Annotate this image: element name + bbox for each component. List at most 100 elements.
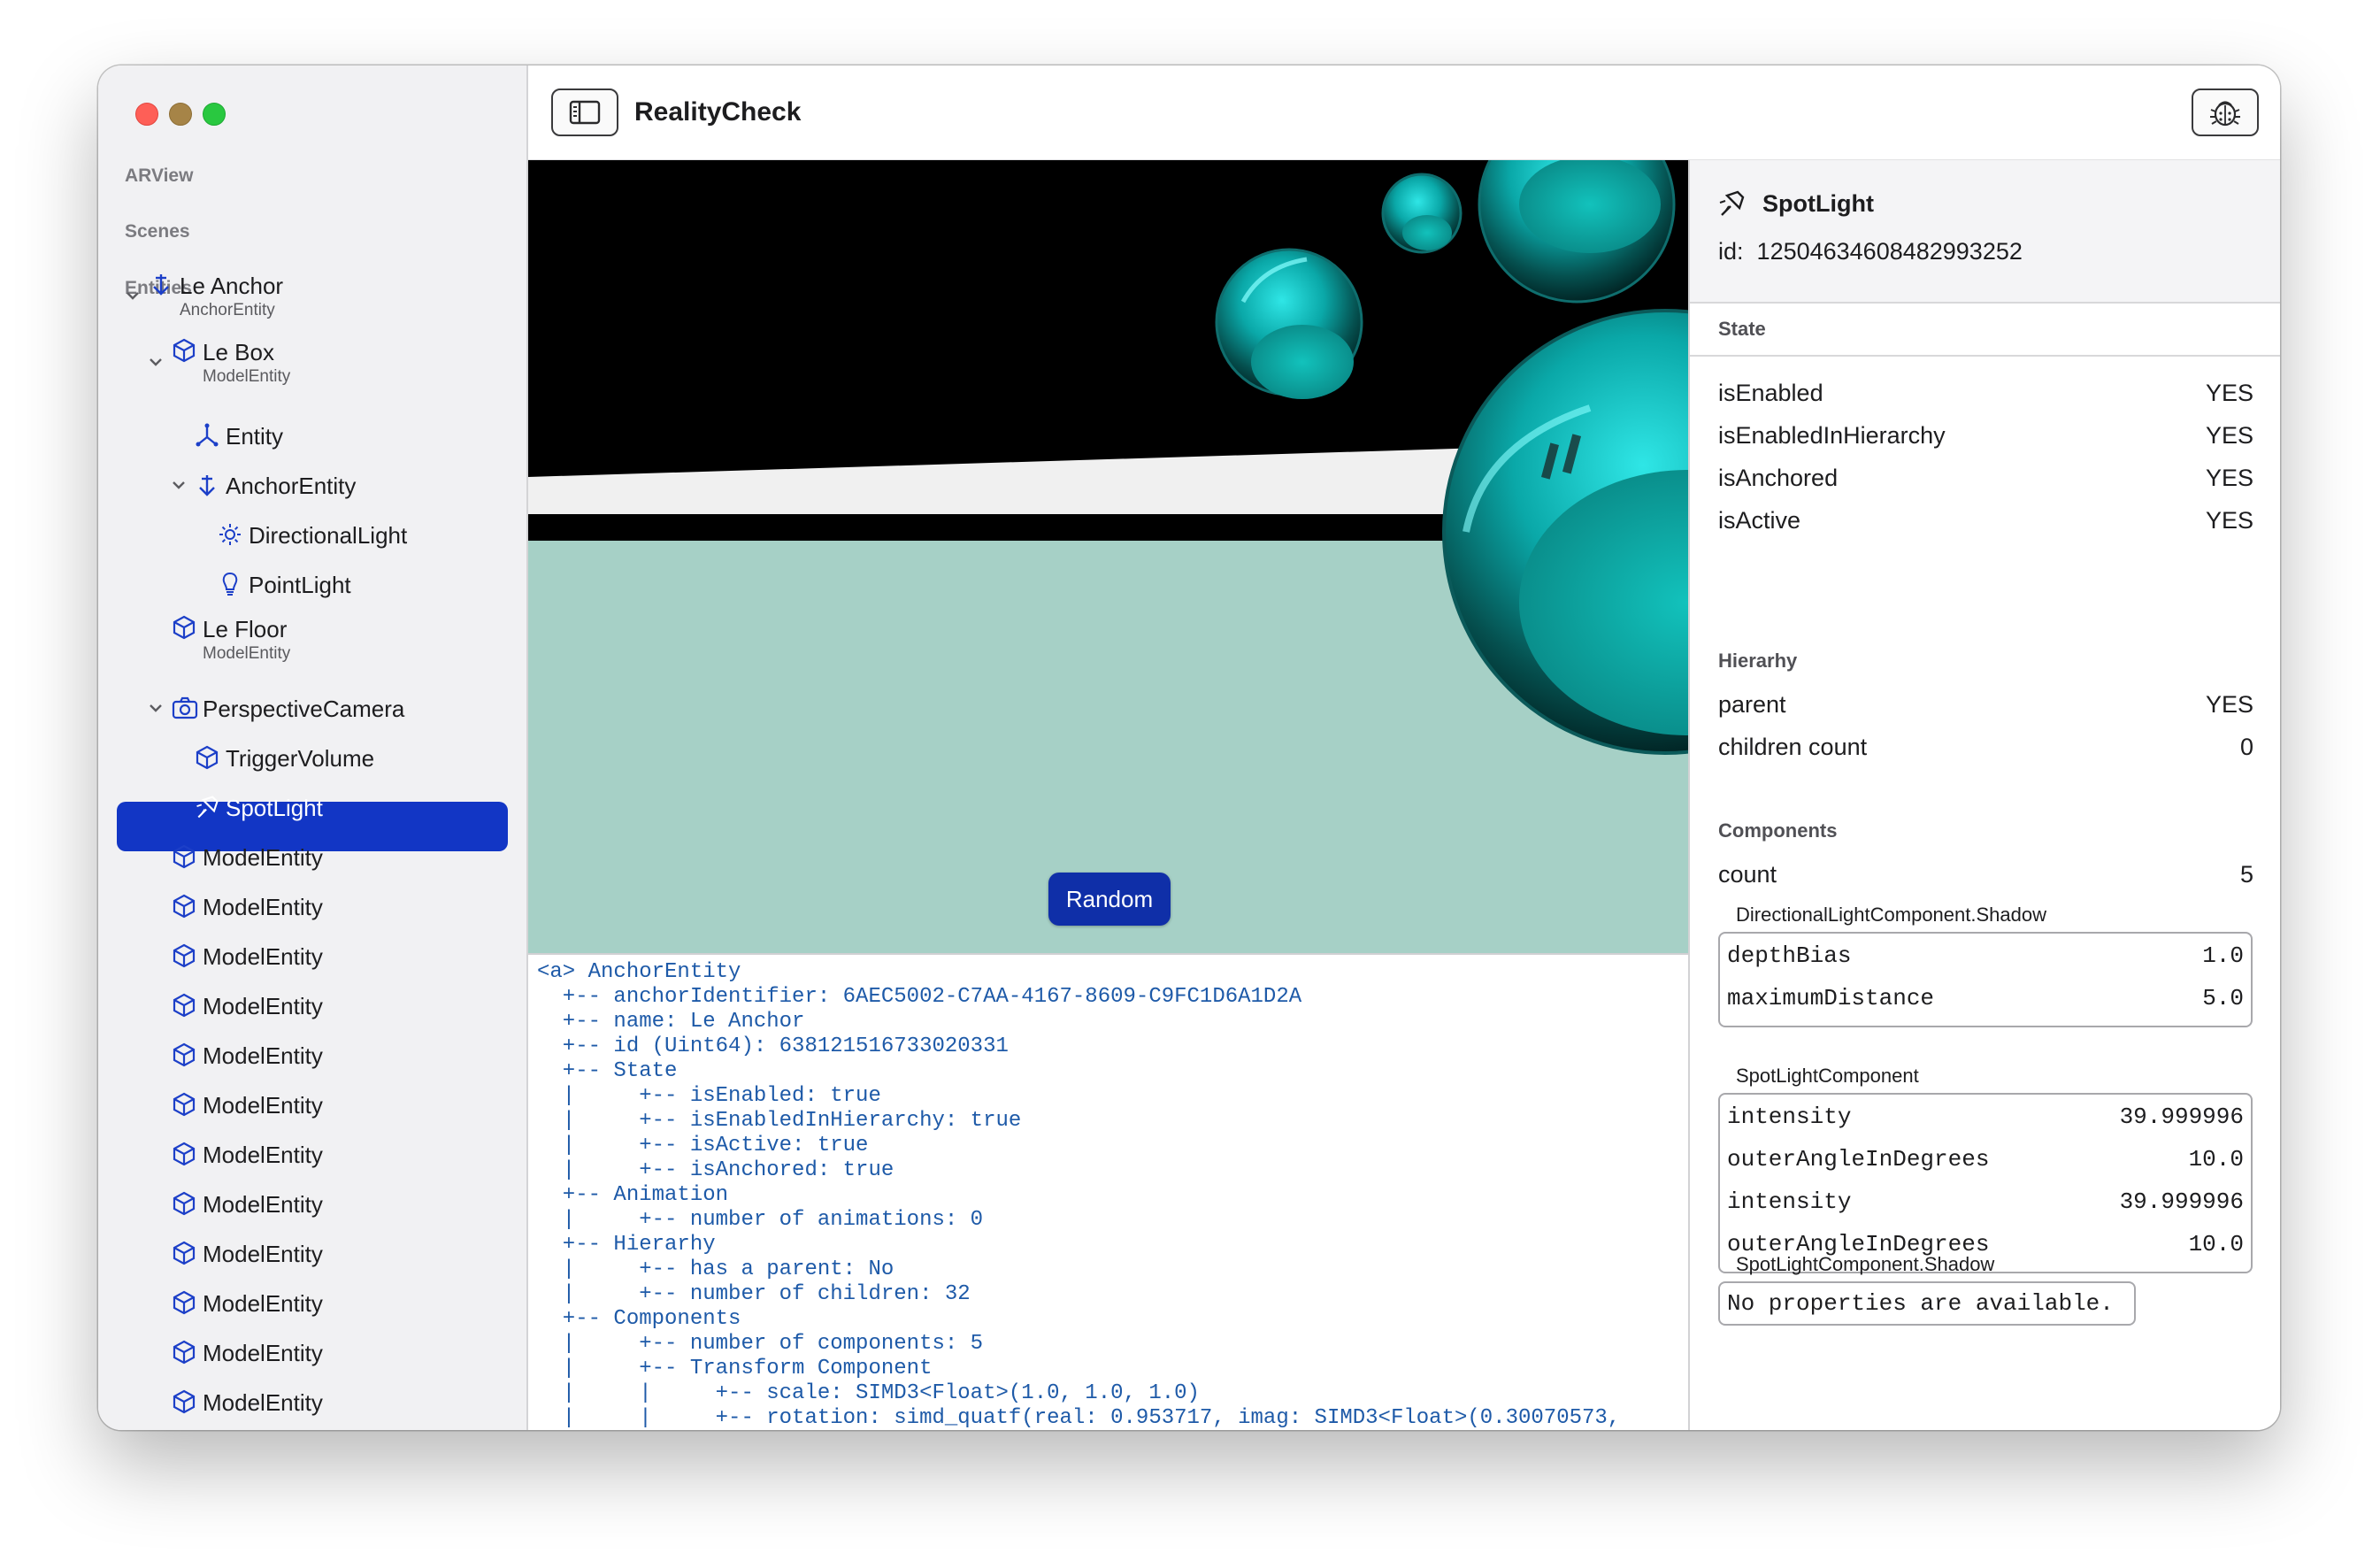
property-value: 39.999996 bbox=[2119, 1103, 2244, 1130]
tree-item-label: PerspectiveCamera bbox=[203, 696, 405, 722]
console-line: +-- name: Le Anchor bbox=[537, 1010, 805, 1034]
no-properties-message: No properties are available. bbox=[1718, 1281, 2136, 1326]
tree-item-modelentity[interactable]: ModelEntity bbox=[98, 887, 523, 926]
console-line: | +-- number of children: 32 bbox=[537, 1282, 971, 1306]
tree-item-directionallight[interactable]: DirectionalLight bbox=[98, 515, 523, 554]
entity-description-console[interactable]: <a> AnchorEntity +-- anchorIdentifier: 6… bbox=[528, 953, 1688, 1430]
sidebar: ARView Scenes Entities Le Anchor AnchorEn… bbox=[98, 65, 528, 1430]
state-key: isActive bbox=[1718, 507, 1801, 534]
tree-item-label: ModelEntity bbox=[203, 1142, 323, 1168]
console-line: | +-- isActive: true bbox=[537, 1134, 869, 1157]
tree-item-modelentity[interactable]: ModelEntity bbox=[98, 986, 523, 1025]
tree-item-modelentity[interactable]: ModelEntity bbox=[98, 837, 523, 876]
sidebar-toggle-button[interactable] bbox=[551, 88, 618, 136]
tree-item-label: ModelEntity bbox=[203, 1092, 323, 1119]
hierarchy-key: parent bbox=[1718, 691, 1786, 718]
sidebar-toggle-icon bbox=[569, 100, 601, 125]
tree-item-pointlight[interactable]: PointLight bbox=[98, 565, 523, 604]
tree-item-triggervolume[interactable]: TriggerVolume bbox=[98, 738, 523, 777]
axes-icon bbox=[194, 422, 220, 449]
tree-item-le-anchor[interactable]: Le Anchor AnchorEntity bbox=[98, 273, 523, 319]
state-header: State bbox=[1690, 304, 2280, 357]
components-header: Components bbox=[1718, 819, 1838, 842]
tree-item-label: ModelEntity bbox=[203, 844, 323, 871]
cube-icon bbox=[171, 1190, 197, 1217]
state-header-label: State bbox=[1718, 318, 1766, 340]
tree-item-modelentity[interactable]: ModelEntity bbox=[98, 1184, 523, 1223]
cube-icon bbox=[171, 1240, 197, 1266]
state-value: YES bbox=[2205, 422, 2253, 449]
tree-item-spotlight[interactable]: SpotLight bbox=[98, 788, 523, 827]
cube-icon bbox=[171, 1388, 197, 1415]
component-properties-box: intensity 39.999996 outerAngleInDegrees 10.… bbox=[1718, 1093, 2253, 1273]
tree-item-label: TriggerVolume bbox=[226, 745, 375, 772]
random-button[interactable]: Random bbox=[1048, 873, 1171, 926]
chevron-down-icon[interactable] bbox=[123, 286, 142, 305]
entity-id-label: id: bbox=[1718, 238, 1744, 265]
state-value: YES bbox=[2205, 465, 2253, 491]
minimize-window-button[interactable] bbox=[169, 103, 192, 126]
property-key: depthBias bbox=[1727, 942, 1852, 969]
cube-icon bbox=[171, 843, 197, 870]
tree-item-modelentity[interactable]: ModelEntity bbox=[98, 1382, 523, 1421]
tree-item-modelentity[interactable]: ModelEntity bbox=[98, 1333, 523, 1372]
tree-item-type: ModelEntity bbox=[203, 644, 291, 663]
component-title: SpotLightComponent bbox=[1736, 1065, 1919, 1087]
property-value: 39.999996 bbox=[2119, 1188, 2244, 1215]
chevron-down-icon[interactable] bbox=[169, 475, 188, 495]
component-title: DirectionalLightComponent.Shadow bbox=[1736, 904, 2046, 926]
tree-item-modelentity[interactable]: ModelEntity bbox=[98, 1035, 523, 1074]
ar-viewport[interactable]: Random bbox=[528, 160, 1688, 953]
sidebar-section-scenes[interactable]: Scenes bbox=[125, 221, 190, 242]
anchor-icon bbox=[194, 472, 220, 498]
chevron-down-icon[interactable] bbox=[146, 352, 165, 372]
app-window: ARView Scenes Entities Le Anchor AnchorEn… bbox=[98, 65, 2280, 1430]
console-line: | | +-- scale: SIMD3<Float>(1.0, 1.0, 1.… bbox=[537, 1381, 1200, 1405]
scene-render bbox=[528, 160, 1688, 953]
cube-icon bbox=[171, 1042, 197, 1068]
property-value: 1.0 bbox=[2202, 942, 2244, 969]
console-line: +-- Animation bbox=[537, 1183, 729, 1207]
tree-item-le-floor[interactable]: Le Floor ModelEntity bbox=[98, 615, 523, 663]
tree-item-label: ModelEntity bbox=[203, 1042, 323, 1069]
tree-item-modelentity[interactable]: ModelEntity bbox=[98, 1085, 523, 1124]
tree-item-modelentity[interactable]: ModelEntity bbox=[98, 1283, 523, 1322]
tree-item-modelentity[interactable]: ModelEntity bbox=[98, 1234, 523, 1273]
hierarchy-value: YES bbox=[2205, 691, 2253, 718]
tree-item-label: PointLight bbox=[249, 572, 351, 598]
close-window-button[interactable] bbox=[135, 103, 158, 126]
tree-item-label: Le Anchor bbox=[180, 273, 284, 299]
camera-icon bbox=[171, 695, 198, 721]
tree-item-anchorentity[interactable]: AnchorEntity bbox=[98, 465, 523, 504]
tree-item-type: AnchorEntity bbox=[180, 301, 275, 319]
state-value: YES bbox=[2205, 507, 2253, 534]
tree-item-label: Le Box bbox=[203, 339, 274, 365]
entity-id-value: 12504634608482993252 bbox=[1756, 238, 2023, 265]
chevron-down-icon[interactable] bbox=[146, 698, 165, 718]
tree-item-modelentity[interactable]: ModelEntity bbox=[98, 1134, 523, 1173]
sidebar-section-arview[interactable]: ARView bbox=[125, 165, 193, 187]
cube-icon bbox=[171, 1339, 197, 1365]
tree-item-label: Entity bbox=[226, 423, 284, 450]
console-line: +-- anchorIdentifier: 6AEC5002-C7AA-4167… bbox=[537, 985, 1302, 1009]
tree-item-label: ModelEntity bbox=[203, 1241, 323, 1267]
component-title: SpotLightComponent.Shadow bbox=[1736, 1253, 1995, 1275]
tree-item-label: Le Floor bbox=[203, 616, 288, 642]
anchor-icon bbox=[148, 271, 174, 297]
inspector-header: SpotLight id: 12504634608482993252 bbox=[1690, 160, 2280, 304]
tree-item-label: ModelEntity bbox=[203, 1340, 323, 1366]
tree-item-modelentity[interactable]: ModelEntity bbox=[98, 936, 523, 975]
spotlight-icon bbox=[194, 794, 220, 820]
ladybug-icon bbox=[2210, 101, 2240, 127]
tree-item-perspectivecamera[interactable]: PerspectiveCamera bbox=[98, 688, 523, 727]
tree-item-label: AnchorEntity bbox=[226, 473, 357, 499]
state-key: isEnabled bbox=[1718, 380, 1823, 406]
tree-item-le-box[interactable]: Le Box ModelEntity bbox=[98, 338, 523, 386]
console-line: +-- id (Uint64): 638121516733020331 bbox=[537, 1034, 1009, 1058]
cube-icon bbox=[194, 744, 220, 771]
zoom-window-button[interactable] bbox=[203, 103, 226, 126]
property-value: 10.0 bbox=[2188, 1231, 2244, 1257]
console-line: +-- Hierarhy bbox=[537, 1233, 716, 1257]
debug-button[interactable] bbox=[2192, 88, 2259, 136]
tree-item-entity[interactable]: Entity bbox=[98, 416, 523, 455]
